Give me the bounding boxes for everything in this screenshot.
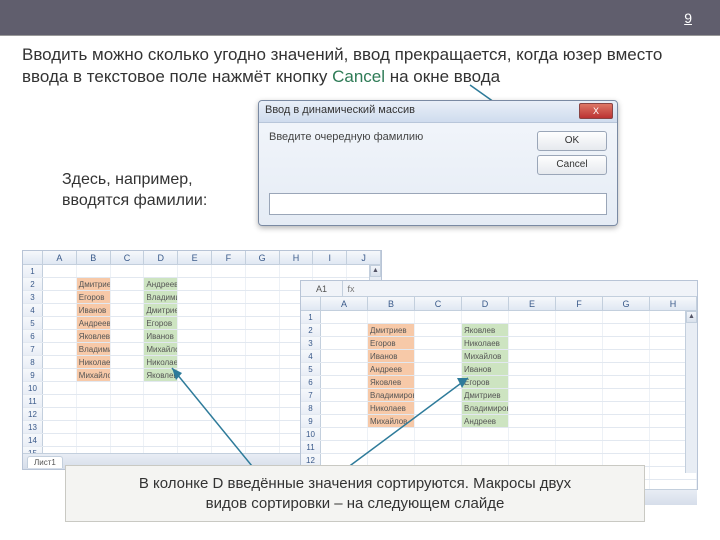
bottom-caption: В колонке D введённые значения сортируют… (65, 465, 645, 522)
name-box[interactable]: A1 (301, 281, 343, 296)
dialog-prompt: Введите очередную фамилию (269, 131, 529, 175)
scroll-up-icon[interactable]: ▲ (686, 311, 697, 323)
main-text: Вводить можно сколько угодно значений, в… (0, 36, 720, 92)
col-header[interactable]: C (111, 251, 145, 264)
col-header[interactable]: A (43, 251, 77, 264)
sheet-body[interactable]: 12ДмитриевЯковлев3ЕгоровНиколаев4ИвановМ… (301, 311, 697, 489)
col-header[interactable]: E (509, 297, 556, 310)
col-header[interactable]: D (144, 251, 178, 264)
bottom-line1: В колонке D введённые значения сортируют… (139, 475, 571, 492)
col-header[interactable]: H (650, 297, 697, 310)
slide-header: 9 (0, 0, 720, 36)
select-all-corner[interactable] (301, 297, 321, 310)
col-header[interactable]: H (280, 251, 314, 264)
page-number: 9 (684, 10, 692, 26)
col-header[interactable]: D (462, 297, 509, 310)
ok-button[interactable]: OK (537, 131, 607, 151)
sub-text-line2: вводятся фамилии: (62, 192, 207, 209)
bottom-line2: видов сортировки – на следующем слайде (206, 495, 505, 512)
col-header[interactable]: A (321, 297, 368, 310)
dialog-input[interactable] (269, 193, 607, 215)
sub-text: Здесь, например, вводятся фамилии: (62, 170, 207, 212)
col-header[interactable]: G (603, 297, 650, 310)
column-headers: A B C D E F G H I J (23, 251, 381, 265)
cancel-word: Cancel (332, 67, 385, 86)
scroll-up-icon[interactable]: ▲ (370, 265, 381, 277)
cancel-button[interactable]: Cancel (537, 155, 607, 175)
main-text-part2: на окне ввода (385, 67, 500, 86)
scrollbar-vertical[interactable]: ▲ (685, 311, 697, 473)
formula-bar: A1 fx (301, 281, 697, 297)
col-header[interactable]: G (246, 251, 280, 264)
fx-icon[interactable]: fx (343, 281, 359, 296)
dialog-titlebar: Ввод в динамический массив X (259, 101, 617, 123)
col-header[interactable]: F (556, 297, 603, 310)
col-header[interactable]: C (415, 297, 462, 310)
col-header[interactable]: J (347, 251, 381, 264)
col-header[interactable]: F (212, 251, 246, 264)
dialog-body: Введите очередную фамилию OK Cancel (259, 123, 617, 225)
select-all-corner[interactable] (23, 251, 43, 264)
dialog-close-button[interactable]: X (579, 103, 613, 119)
column-headers: A B C D E F G H (301, 297, 697, 311)
input-dialog: Ввод в динамический массив X Введите оче… (258, 100, 618, 226)
sheet-tab[interactable]: Лист1 (27, 456, 63, 468)
col-header[interactable]: E (178, 251, 212, 264)
col-header[interactable]: B (77, 251, 111, 264)
col-header[interactable]: I (313, 251, 347, 264)
spreadsheet-right: A1 fx A B C D E F G H 12ДмитриевЯковлев3… (300, 280, 698, 490)
dialog-title-text: Ввод в динамический массив (265, 104, 415, 116)
sub-text-line1: Здесь, например, (62, 171, 193, 188)
formula-value[interactable] (359, 281, 697, 296)
col-header[interactable]: B (368, 297, 415, 310)
